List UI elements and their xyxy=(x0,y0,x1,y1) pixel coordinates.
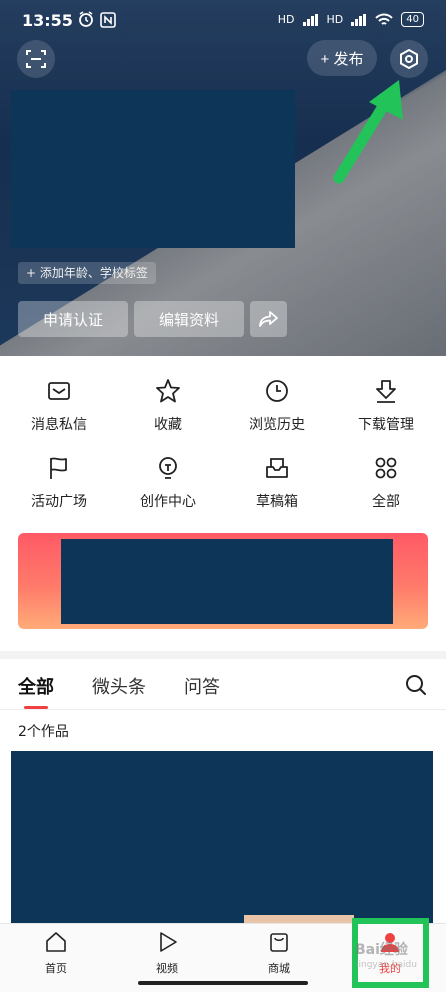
nav-video[interactable]: 视频 xyxy=(137,930,197,976)
settings-hex-icon xyxy=(400,48,418,70)
menu-item-creator-center[interactable]: 创作中心 xyxy=(113,455,223,525)
home-icon xyxy=(46,932,66,952)
menu-item-activities[interactable]: 活动广场 xyxy=(4,455,114,525)
nav-home[interactable]: 首页 xyxy=(26,930,86,976)
tab-qa[interactable]: 问答 xyxy=(184,673,220,699)
battery-indicator: 40 xyxy=(401,12,424,27)
download-icon xyxy=(376,380,396,403)
add-tag-chip[interactable]: + 添加年龄、学校标签 xyxy=(18,262,156,284)
redacted-profile-info xyxy=(11,90,295,248)
menu-item-messages[interactable]: 消息私信 xyxy=(4,378,114,448)
tab-micro-headlines[interactable]: 微头条 xyxy=(92,673,146,699)
grid-icon xyxy=(375,457,397,479)
menu-item-all[interactable]: 全部 xyxy=(331,455,441,525)
menu-item-favorites[interactable]: 收藏 xyxy=(113,378,223,448)
annotation-arrow xyxy=(333,80,403,184)
signal-bars-icon-2 xyxy=(351,13,367,26)
publish-button[interactable]: + 发布 xyxy=(307,40,377,76)
mail-icon xyxy=(48,382,70,400)
clock-icon xyxy=(266,380,288,402)
play-icon xyxy=(160,932,177,952)
share-icon xyxy=(258,311,278,327)
watermark-logo: Bai经验 xyxy=(355,942,408,958)
signal-icon: HD xyxy=(277,13,295,26)
nav-shop[interactable]: 商城 xyxy=(249,930,309,976)
watermark-url: jingyan.baidu xyxy=(356,960,417,970)
wifi-icon xyxy=(375,13,393,25)
edit-profile-button[interactable]: 编辑资料 xyxy=(134,301,244,337)
settings-button[interactable] xyxy=(390,40,428,78)
share-button[interactable] xyxy=(250,301,287,337)
scan-button[interactable] xyxy=(17,40,55,78)
section-divider xyxy=(0,651,446,659)
menu-item-history[interactable]: 浏览历史 xyxy=(222,378,332,448)
menu-item-downloads[interactable]: 下载管理 xyxy=(331,378,441,448)
alarm-icon xyxy=(78,10,94,32)
star-icon xyxy=(156,379,180,403)
tab-all[interactable]: 全部 xyxy=(18,673,54,699)
menu-item-drafts[interactable]: 草稿箱 xyxy=(222,455,332,525)
shop-icon xyxy=(270,933,288,952)
signal-icon-2: HD xyxy=(326,13,344,26)
nfc-icon xyxy=(100,12,116,32)
bulb-icon xyxy=(159,457,177,479)
status-time: 13:55 xyxy=(22,11,73,30)
works-count: 2个作品 xyxy=(18,724,69,740)
flag-icon xyxy=(50,457,67,479)
inbox-icon xyxy=(266,458,288,478)
scan-icon xyxy=(26,50,46,68)
redacted-banner-content xyxy=(61,539,393,624)
redacted-work-card[interactable] xyxy=(11,751,433,923)
search-icon xyxy=(406,675,426,695)
search-button[interactable] xyxy=(404,673,428,701)
signal-bars-icon xyxy=(302,13,318,26)
home-indicator[interactable] xyxy=(138,981,308,985)
apply-verification-button[interactable]: 申请认证 xyxy=(18,301,128,337)
status-bar: 13:55 HD HD 40 xyxy=(0,0,446,40)
